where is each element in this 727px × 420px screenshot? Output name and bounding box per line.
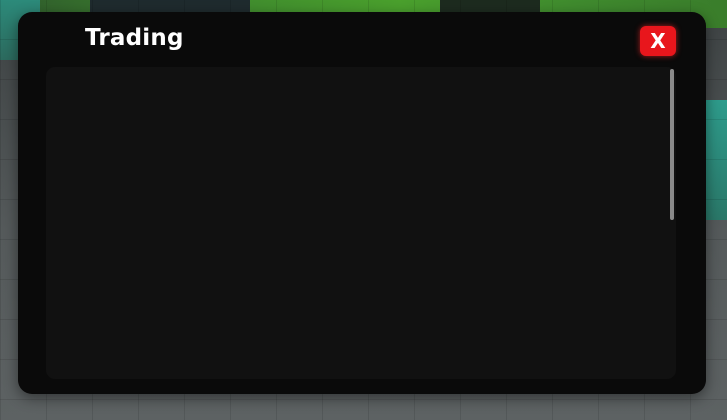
close-button[interactable]: X [640, 26, 676, 56]
trading-window: Trading X [18, 12, 706, 394]
close-icon: X [650, 29, 666, 53]
scrollbar-thumb[interactable] [670, 69, 674, 220]
window-title: Trading [85, 25, 184, 51]
trade-list-panel[interactable] [46, 67, 676, 379]
scrollbar[interactable] [668, 69, 676, 377]
